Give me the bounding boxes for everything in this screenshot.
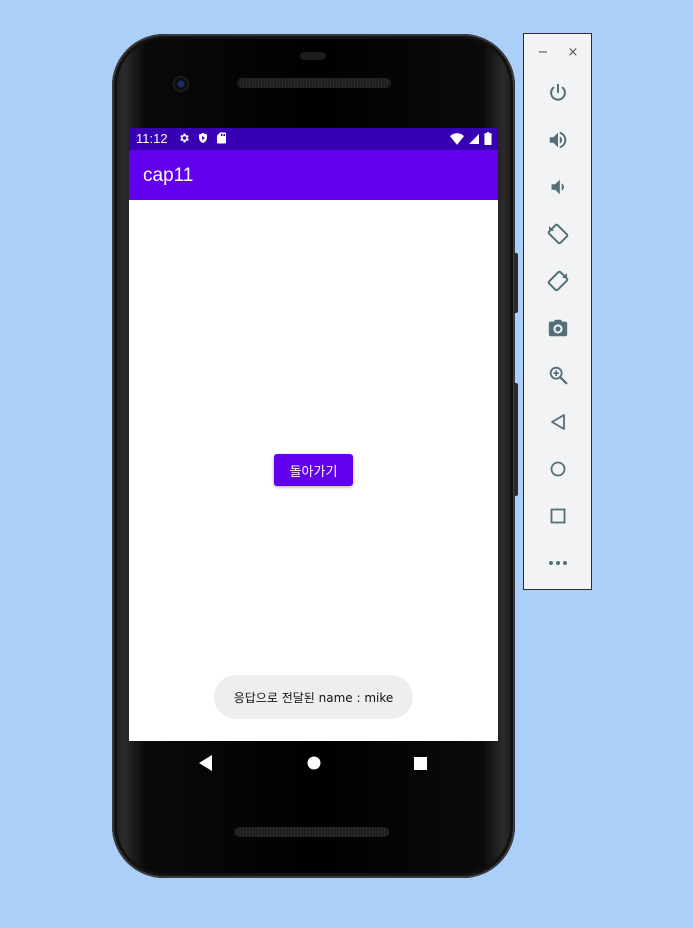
sd-card-icon (216, 132, 227, 147)
app-title: cap11 (143, 165, 194, 186)
back-icon[interactable] (544, 408, 572, 436)
status-bar: 11:12 (129, 128, 498, 150)
navigation-bar (129, 741, 498, 785)
volume-up-icon[interactable] (544, 126, 572, 154)
rotate-left-icon[interactable] (544, 220, 572, 248)
app-bar: cap11 (129, 150, 498, 200)
battery-icon (484, 132, 492, 148)
overview-icon[interactable] (544, 502, 572, 530)
close-button[interactable]: × (565, 44, 581, 60)
device-screen: 11:12 cap11 돌아가기 응답으로 전달된 name: mike (129, 128, 498, 741)
window-controls: − × (524, 44, 593, 64)
volume-down-icon[interactable] (544, 173, 572, 201)
emulator-toolbar: − × (523, 33, 592, 590)
status-notification-icons (178, 132, 227, 147)
play-protect-icon (197, 132, 209, 147)
minimize-button[interactable]: − (535, 44, 551, 60)
phone-power-key (514, 253, 518, 313)
home-icon[interactable] (544, 455, 572, 483)
front-camera (173, 76, 189, 92)
nav-back-icon[interactable] (196, 753, 216, 773)
status-time: 11:12 (136, 131, 168, 146)
toast-message: 응답으로 전달된 name : mike (214, 675, 413, 719)
nav-overview-icon[interactable] (410, 753, 430, 773)
camera-icon[interactable] (544, 314, 572, 342)
settings-icon (178, 132, 190, 147)
zoom-icon[interactable] (544, 361, 572, 389)
rotate-right-icon[interactable] (544, 267, 572, 295)
wifi-icon (450, 132, 464, 148)
bottom-speaker (235, 828, 388, 836)
nav-home-icon[interactable] (304, 753, 324, 773)
power-icon[interactable] (544, 79, 572, 107)
proximity-sensor (300, 52, 326, 60)
phone-volume-key (514, 383, 518, 496)
cell-signal-icon (468, 133, 480, 148)
back-button[interactable]: 돌아가기 (274, 454, 353, 486)
more-icon[interactable] (544, 549, 572, 577)
top-speaker (238, 79, 390, 87)
status-system-icons (450, 132, 492, 148)
toast-text: 응답으로 전달된 name : mike (233, 690, 394, 705)
